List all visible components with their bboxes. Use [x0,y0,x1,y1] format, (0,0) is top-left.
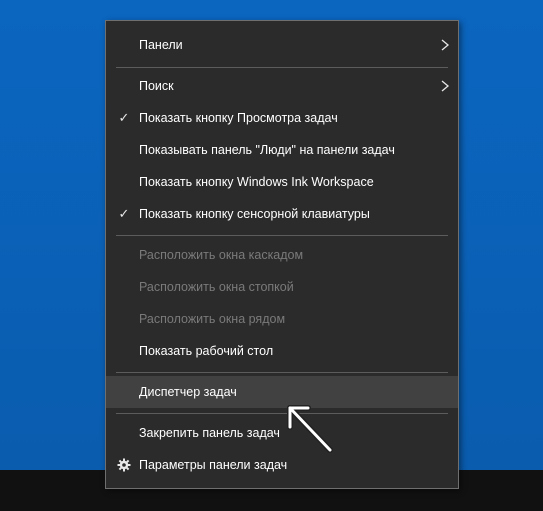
taskbar-context-menu: Панели Поиск ✓ Показать кнопку Просмотра… [105,20,459,489]
menu-separator [116,235,448,236]
menu-item-label: Расположить окна стопкой [139,280,294,294]
menu-item-search[interactable]: Поиск [106,70,458,102]
menu-item-show-desktop[interactable]: Показать рабочий стол [106,335,458,367]
menu-item-show-ink-workspace-button[interactable]: Показать кнопку Windows Ink Workspace [106,166,458,198]
menu-item-label: Диспетчер задач [139,385,237,399]
menu-item-label: Показывать панель "Люди" на панели задач [139,143,395,157]
menu-item-label: Параметры панели задач [139,458,288,472]
menu-item-label: Показать кнопку Просмотра задач [139,111,338,125]
menu-item-label: Показать кнопку Windows Ink Workspace [139,175,374,189]
chevron-right-icon [441,80,450,92]
menu-item-lock-taskbar[interactable]: Закрепить панель задач [106,417,458,449]
menu-item-side-by-side-windows: Расположить окна рядом [106,303,458,335]
checkmark-icon: ✓ [118,110,130,125]
menu-separator [116,67,448,68]
pointer-arrow-icon [287,405,333,453]
menu-item-label: Показать кнопку сенсорной клавиатуры [139,207,370,221]
menu-item-task-manager[interactable]: Диспетчер задач [106,376,458,408]
menu-item-show-task-view-button[interactable]: ✓ Показать кнопку Просмотра задач [106,102,458,134]
menu-item-taskbar-settings[interactable]: Параметры панели задач [106,449,458,481]
menu-item-toolbars[interactable]: Панели [106,29,458,61]
menu-item-label: Показать рабочий стол [139,344,274,358]
menu-separator [116,372,448,373]
chevron-right-icon [441,39,450,51]
menu-item-label: Поиск [139,79,174,93]
menu-item-label: Панели [139,38,183,52]
checkmark-icon: ✓ [118,206,130,221]
menu-item-label: Закрепить панель задач [139,426,280,440]
menu-item-label: Расположить окна рядом [139,312,286,326]
menu-separator [116,413,448,414]
menu-item-show-touch-keyboard-button[interactable]: ✓ Показать кнопку сенсорной клавиатуры [106,198,458,230]
menu-item-cascade-windows: Расположить окна каскадом [106,239,458,271]
menu-item-stack-windows: Расположить окна стопкой [106,271,458,303]
menu-item-show-people-button[interactable]: Показывать панель "Люди" на панели задач [106,134,458,166]
menu-item-label: Расположить окна каскадом [139,248,304,262]
gear-icon [117,458,131,472]
